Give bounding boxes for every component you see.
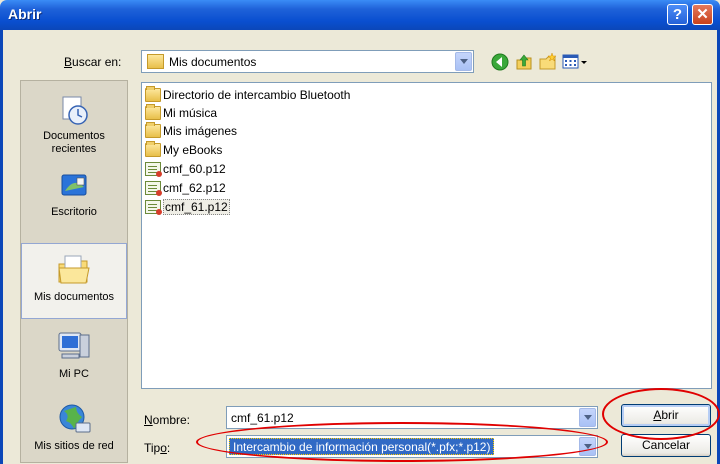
open-button[interactable]: Abrir (621, 404, 711, 427)
desktop-icon (61, 174, 87, 196)
filetype-dropdown-arrow[interactable] (579, 437, 596, 456)
file-name: cmf_62.p12 (163, 181, 226, 195)
window-title: Abrir (8, 6, 42, 22)
up-one-level-icon[interactable] (514, 52, 534, 72)
place-label: Mi PC (59, 368, 89, 380)
place-my-computer[interactable]: Mi PC (21, 325, 127, 387)
network-places-icon (59, 404, 91, 433)
filename-combo[interactable]: cmf_61.p12 (226, 406, 598, 429)
look-in-combo[interactable]: Mis documentos (141, 50, 474, 73)
filetype-combo[interactable]: Intercambio de información personal(*.pf… (226, 435, 598, 458)
file-name: Directorio de intercambio Bluetooth (163, 88, 351, 102)
place-recent-documents[interactable]: Documentos recientes (21, 87, 127, 159)
file-name: Mi música (163, 106, 218, 120)
list-item[interactable]: Mi música (145, 104, 217, 122)
look-in-value: Mis documentos (169, 55, 257, 69)
place-label: Mis documentos (33, 291, 115, 303)
filename-label: Nombre: (144, 413, 191, 427)
recent-documents-icon (62, 96, 88, 125)
file-name: cmf_61.p12 (163, 199, 230, 215)
list-item[interactable]: My eBooks (145, 141, 222, 159)
new-folder-icon[interactable] (538, 52, 558, 72)
look-in-label: Buscar en: (64, 55, 122, 69)
cancel-button[interactable]: Cancelar (621, 434, 711, 457)
list-item[interactable]: Directorio de intercambio Bluetooth (145, 86, 350, 104)
certificate-file-icon (145, 162, 162, 177)
help-button[interactable]: ? (667, 4, 688, 25)
list-item-selected[interactable]: cmf_61.p12 (145, 198, 230, 216)
view-menu-icon[interactable] (561, 52, 591, 72)
pictures-folder-icon (145, 122, 161, 138)
filename-dropdown-arrow[interactable] (579, 408, 596, 427)
file-name: My eBooks (163, 143, 223, 157)
close-button[interactable]: ✕ (692, 4, 713, 25)
certificate-file-icon (145, 181, 162, 196)
back-icon[interactable] (490, 52, 510, 72)
music-folder-icon (145, 104, 161, 120)
places-bar: Documentos recientes Escritorio Mis docu… (20, 80, 128, 463)
list-item[interactable]: cmf_60.p12 (145, 160, 226, 178)
filetype-label: Tipo: (144, 441, 171, 455)
place-label: Escritorio (51, 206, 97, 218)
place-label: Mis sitios de red (34, 440, 114, 452)
folder-icon (145, 86, 161, 102)
file-name: Mis imágenes (163, 124, 238, 138)
file-name: cmf_60.p12 (163, 162, 226, 176)
filename-input[interactable]: cmf_61.p12 (231, 411, 294, 425)
my-documents-icon (58, 255, 90, 284)
folder-icon (145, 141, 161, 157)
place-my-documents[interactable]: Mis documentos (21, 243, 127, 319)
title-bar[interactable]: Abrir ? ✕ (0, 0, 720, 30)
my-documents-icon (147, 54, 164, 69)
certificate-file-icon (145, 200, 162, 215)
place-desktop[interactable]: Escritorio (21, 165, 127, 227)
place-label-line2: recientes (51, 143, 97, 155)
look-in-dropdown-arrow[interactable] (455, 52, 472, 71)
filetype-selected-value: Intercambio de información personal(*.pf… (229, 438, 495, 455)
place-label: Documentos (43, 130, 105, 142)
my-computer-icon (58, 332, 90, 359)
file-list[interactable]: Directorio de intercambio Bluetooth Mi m… (141, 82, 712, 389)
place-network-places[interactable]: Mis sitios de red (21, 399, 127, 463)
list-item[interactable]: Mis imágenes (145, 122, 237, 140)
list-item[interactable]: cmf_62.p12 (145, 179, 226, 197)
